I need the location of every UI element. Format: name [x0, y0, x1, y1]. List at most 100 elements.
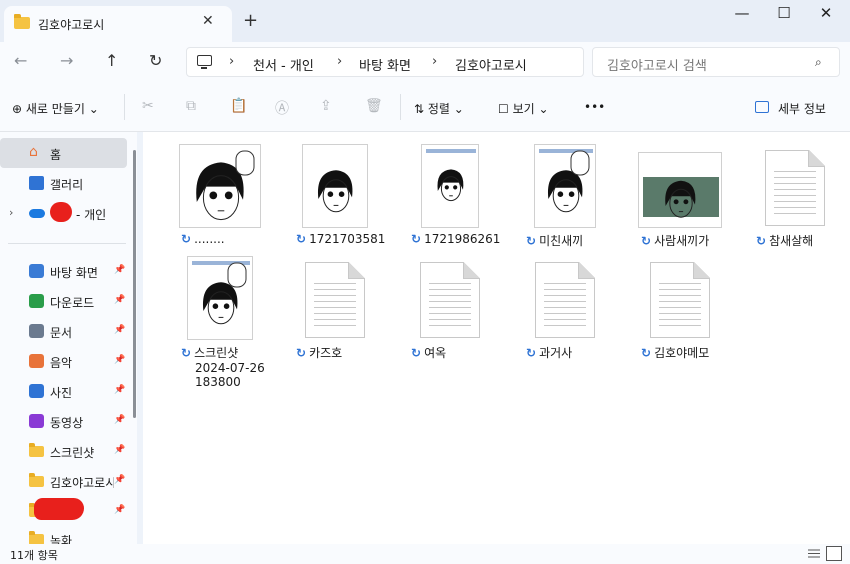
- sidebar-item[interactable]: 녹화: [0, 524, 127, 544]
- nav-gallery[interactable]: 갤러리: [0, 168, 127, 198]
- sidebar-item[interactable]: 음악 📌: [0, 346, 127, 376]
- more-button[interactable]: •••: [584, 100, 605, 114]
- gallery-icon: [29, 176, 44, 190]
- rename-icon[interactable]: Ⓐ: [275, 98, 289, 118]
- sync-status-icon: ↻: [641, 346, 652, 360]
- details-pane-icon: [755, 101, 769, 113]
- large-icons-view-icon[interactable]: [826, 546, 842, 561]
- up-button[interactable]: ↑: [105, 51, 118, 70]
- redaction-mark: [50, 202, 72, 222]
- text-file-icon: [535, 262, 595, 338]
- sidebar-item[interactable]: 문서 📌: [0, 316, 127, 346]
- tab-title: 김호야고로시: [38, 18, 105, 32]
- sync-status-icon: ↻: [526, 234, 537, 248]
- file-item[interactable]: ↻ 스크린샷 2024-07-26 183800: [165, 252, 275, 389]
- file-item[interactable]: ↻ 여옥: [395, 252, 505, 362]
- file-name-text: 사람새끼가: [654, 234, 710, 248]
- chevron-right-icon: ›: [229, 54, 235, 69]
- pin-icon: 📌: [114, 505, 126, 515]
- sidebar-item-label: 음악: [50, 356, 73, 370]
- refresh-button[interactable]: ↻: [149, 51, 162, 70]
- pin-icon: 📌: [114, 385, 126, 395]
- file-view: ↻........ ↻ 1721703581 ↻ 1721986261 ↻ 미친새끼 ↻ 사람새…: [143, 132, 850, 544]
- new-button[interactable]: ⊕ 새로 만들기 ⌄: [12, 100, 99, 117]
- sidebar-item[interactable]: 다운로드 📌: [0, 286, 127, 316]
- status-bar: 11개 항목: [0, 544, 850, 564]
- nav-home[interactable]: ⌂ 홈: [0, 138, 127, 168]
- breadcrumb-item[interactable]: 바탕 화면: [359, 55, 411, 74]
- back-button[interactable]: ←: [14, 51, 27, 70]
- view-button[interactable]: ☐ 보기 ⌄: [498, 100, 549, 117]
- sidebar-item-label: 다운로드: [50, 296, 95, 310]
- file-name: ↻ 1721986261: [411, 232, 500, 246]
- file-name: ↻ 여옥: [411, 344, 446, 361]
- maximize-button[interactable]: ☐: [764, 4, 804, 22]
- computer-icon: [197, 55, 212, 69]
- nav-scrollbar[interactable]: [133, 150, 136, 418]
- breadcrumb-item[interactable]: 천서 - 개인: [253, 55, 314, 74]
- file-name-text: 과거사: [539, 346, 573, 360]
- file-name: ↻ 카즈호: [296, 344, 342, 361]
- sidebar-item[interactable]: 📌: [0, 496, 127, 526]
- file-name-text: 김호야메모: [654, 346, 710, 360]
- nav-onedrive[interactable]: › - 개인: [0, 198, 127, 228]
- text-file-icon: [765, 150, 825, 226]
- text-file-icon: [420, 262, 480, 338]
- delete-icon[interactable]: 🗑: [365, 98, 383, 114]
- folder-icon: [29, 473, 44, 487]
- text-file-icon: [650, 262, 710, 338]
- file-name-text: 여옥: [424, 346, 447, 360]
- breadcrumb-item[interactable]: 김호야고로시: [455, 55, 527, 74]
- sidebar-item-label: 사진: [50, 386, 73, 400]
- nav-divider: [8, 243, 126, 244]
- folder-icon: [29, 443, 44, 457]
- tab-close-button[interactable]: ✕: [202, 13, 214, 29]
- copy-icon[interactable]: ⧉: [186, 98, 196, 114]
- address-bar[interactable]: › 천서 - 개인 › 바탕 화면 › 김호야고로시: [186, 47, 584, 77]
- file-name-text: 1721703581: [309, 232, 386, 246]
- file-name-text: 카즈호: [309, 346, 343, 360]
- new-tab-button[interactable]: +: [243, 10, 258, 31]
- tab-active[interactable]: 김호야고로시 ✕: [4, 6, 232, 42]
- details-button[interactable]: 세부 정보: [778, 100, 826, 117]
- image-thumbnail: [302, 144, 368, 228]
- pin-icon: 📌: [114, 415, 126, 425]
- share-icon[interactable]: ⇪: [320, 98, 332, 114]
- address-row: ← → ↑ ↻ › 천서 - 개인 › 바탕 화면 › 김호야고로시 김호야고로…: [0, 42, 850, 82]
- folder-icon: [14, 14, 30, 29]
- details-view-icon[interactable]: [806, 546, 822, 561]
- search-input[interactable]: 김호야고로시 검색 ⌕: [592, 47, 840, 77]
- nav-label: 갤러리: [50, 178, 84, 192]
- file-name: ↻........: [181, 232, 225, 246]
- minimize-button[interactable]: —: [722, 4, 762, 22]
- image-thumbnail: [421, 144, 479, 228]
- file-item[interactable]: ↻ 카즈호: [280, 252, 390, 362]
- file-item[interactable]: ↻ 참새살해: [740, 140, 850, 250]
- desktop-icon: [29, 264, 44, 278]
- sidebar-item[interactable]: 동영상 📌: [0, 406, 127, 436]
- text-file-icon: [305, 262, 365, 338]
- file-item[interactable]: ↻........: [165, 140, 275, 250]
- sidebar-item[interactable]: 사진 📌: [0, 376, 127, 406]
- close-window-button[interactable]: ✕: [806, 4, 846, 22]
- item-count: 11개 항목: [10, 549, 58, 562]
- file-item[interactable]: ↻ 미친새끼: [510, 140, 620, 250]
- cut-icon[interactable]: ✂: [142, 98, 154, 114]
- sync-status-icon: ↻: [411, 232, 422, 246]
- paste-icon[interactable]: 📋: [230, 98, 247, 114]
- file-name-text: 2024-07-26: [195, 361, 265, 375]
- file-item[interactable]: ↻ 1721703581: [280, 140, 390, 250]
- file-item[interactable]: ↻ 김호야메모: [625, 252, 735, 362]
- sidebar-item[interactable]: 스크린샷 📌: [0, 436, 127, 466]
- forward-button[interactable]: →: [60, 51, 73, 70]
- search-icon[interactable]: ⌕: [815, 55, 822, 70]
- file-item[interactable]: ↻ 과거사: [510, 252, 620, 362]
- pin-icon: 📌: [114, 355, 126, 365]
- file-item[interactable]: ↻ 사람새끼가: [625, 140, 735, 250]
- divider: [400, 94, 401, 120]
- file-item[interactable]: ↻ 1721986261: [395, 140, 505, 250]
- sidebar-item[interactable]: 바탕 화면 📌: [0, 256, 127, 286]
- sidebar-item[interactable]: 김호야고로시 📌: [0, 466, 127, 496]
- sort-button[interactable]: ⇅ 정렬 ⌄: [414, 100, 464, 117]
- file-name: ↻ 1721703581: [296, 232, 385, 246]
